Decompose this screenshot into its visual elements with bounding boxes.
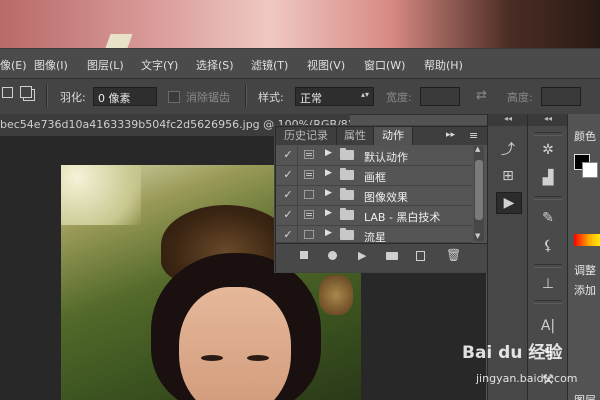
baidu-jingyan-watermark: Bai du 经验 jingyan.baidu.com bbox=[462, 338, 600, 400]
expand-triangle-icon[interactable]: ▶ bbox=[325, 188, 332, 198]
action-set-label: 画框 bbox=[364, 171, 386, 184]
menu-window[interactable]: 窗口(W) bbox=[364, 57, 405, 73]
options-bar: 羽化: 0 像素 消除锯齿 样式: 正常 ▴▾ 宽度: ⇄ 高度: bbox=[0, 78, 600, 115]
collapse-dock-icon[interactable]: ◂◂ bbox=[488, 114, 528, 126]
menu-help[interactable]: 帮助(H) bbox=[424, 57, 463, 73]
watermark-url: jingyan.baidu.com bbox=[476, 372, 578, 385]
color-spectrum[interactable] bbox=[574, 234, 600, 246]
clone-source-icon[interactable]: ⚸ bbox=[536, 236, 560, 256]
expand-triangle-icon[interactable]: ▶ bbox=[325, 168, 332, 178]
tab-adjustments[interactable]: 调整 bbox=[574, 262, 596, 278]
scroll-down-icon[interactable]: ▼ bbox=[475, 232, 480, 240]
action-set-label: 默认动作 bbox=[364, 151, 408, 164]
action-set-row[interactable]: ✓ ▶ LAB - 黑白技术 bbox=[276, 206, 472, 226]
watermark-logo: Bai du 经验 bbox=[462, 343, 563, 363]
collapse-dock-icon[interactable]: ◂◂ bbox=[528, 114, 568, 126]
toggle-check-icon[interactable]: ✓ bbox=[282, 208, 294, 221]
menu-select[interactable]: 选择(S) bbox=[196, 57, 234, 73]
folder-icon bbox=[340, 168, 354, 180]
intersect-selection-icon[interactable] bbox=[20, 86, 32, 98]
toggle-check-icon[interactable]: ✓ bbox=[282, 168, 294, 181]
action-set-label: 流星 bbox=[364, 231, 386, 243]
tab-properties[interactable]: 属性 bbox=[337, 127, 374, 145]
new-set-folder-icon[interactable] bbox=[386, 252, 398, 260]
action-set-row[interactable]: ✓ ▶ 默认动作 bbox=[276, 146, 472, 166]
scroll-up-icon[interactable]: ▲ bbox=[475, 145, 480, 153]
menu-type[interactable]: 文字(Y) bbox=[141, 57, 178, 73]
dialog-toggle-icon[interactable] bbox=[304, 170, 314, 179]
style-select-value: 正常 bbox=[300, 92, 322, 105]
toggle-check-icon[interactable]: ✓ bbox=[282, 228, 294, 241]
divider bbox=[245, 85, 247, 107]
actions-scrollbar[interactable]: ▲ ▼ bbox=[474, 145, 484, 241]
expand-triangle-icon[interactable]: ▶ bbox=[325, 228, 332, 238]
scrollbar-thumb[interactable] bbox=[475, 160, 483, 220]
stop-icon[interactable] bbox=[300, 251, 308, 259]
actions-footer: ▶ 🗑 bbox=[276, 243, 488, 272]
antialias-label: 消除锯齿 bbox=[186, 91, 230, 104]
histogram-icon[interactable]: ▟ bbox=[536, 168, 560, 188]
width-input[interactable] bbox=[420, 87, 460, 106]
stamp-icon[interactable]: ⊥ bbox=[536, 274, 560, 294]
menu-edit[interactable]: 像(E) bbox=[0, 57, 27, 73]
trash-icon[interactable]: 🗑 bbox=[446, 248, 461, 262]
character-icon[interactable]: A| bbox=[536, 316, 560, 336]
add-adjustment-label: 添加 bbox=[574, 284, 596, 297]
folder-icon bbox=[340, 148, 354, 160]
swap-arrows-icon[interactable]: ⇄ bbox=[476, 88, 487, 103]
actions-panel: 历史记录 属性 动作 ▸▸ ≡ ✓ ▶ 默认动作 ✓ ▶ 画框 ✓ ▶ 图像效果… bbox=[275, 126, 489, 272]
dialog-toggle-icon[interactable] bbox=[304, 230, 314, 239]
style-label: 样式: bbox=[258, 91, 284, 104]
tab-actions[interactable]: 动作 bbox=[374, 127, 413, 145]
background-color-swatch[interactable] bbox=[582, 162, 598, 178]
panel-menu-icon[interactable]: ≡ bbox=[469, 129, 478, 142]
subtract-selection-icon[interactable] bbox=[2, 87, 13, 98]
brush-icon[interactable]: ✎ bbox=[536, 208, 560, 228]
action-set-row[interactable]: ✓ ▶ 流星 bbox=[276, 226, 472, 243]
toggle-check-icon[interactable]: ✓ bbox=[282, 148, 294, 161]
height-input[interactable] bbox=[541, 87, 581, 106]
height-label: 高度: bbox=[507, 91, 533, 104]
menu-view[interactable]: 视图(V) bbox=[307, 57, 345, 73]
feather-input[interactable]: 0 像素 bbox=[93, 87, 157, 106]
new-action-icon[interactable] bbox=[416, 251, 425, 261]
width-label: 宽度: bbox=[386, 91, 412, 104]
folder-icon bbox=[340, 228, 354, 240]
history-brush-icon[interactable]: ⤴ bbox=[496, 140, 520, 160]
menu-layer[interactable]: 图层(L) bbox=[87, 57, 124, 73]
dialog-toggle-icon[interactable] bbox=[304, 210, 314, 219]
tab-color[interactable]: 颜色 bbox=[574, 128, 596, 144]
actions-play-icon[interactable]: ▶ bbox=[496, 192, 522, 214]
folder-icon bbox=[340, 188, 354, 200]
expand-triangle-icon[interactable]: ▶ bbox=[325, 148, 332, 158]
record-icon[interactable] bbox=[328, 251, 337, 260]
action-set-row[interactable]: ✓ ▶ 画框 bbox=[276, 166, 472, 186]
properties-icon[interactable]: ⊞ bbox=[496, 166, 520, 186]
updown-arrow-icon: ▴▾ bbox=[360, 90, 369, 99]
menu-filter[interactable]: 滤镜(T) bbox=[251, 57, 288, 73]
menu-bar: 像(E) 图像(I) 图层(L) 文字(Y) 选择(S) 滤镜(T) 视图(V)… bbox=[0, 48, 600, 78]
folder-icon bbox=[340, 208, 354, 220]
toggle-check-icon[interactable]: ✓ bbox=[282, 188, 294, 201]
play-icon[interactable]: ▶ bbox=[358, 249, 366, 262]
navigator-wheel-icon[interactable]: ✲ bbox=[536, 140, 560, 160]
panel-tab-bar: 历史记录 属性 动作 ▸▸ ≡ bbox=[276, 127, 488, 145]
feather-label: 羽化: bbox=[60, 91, 86, 104]
style-select[interactable]: 正常 ▴▾ bbox=[295, 87, 374, 106]
action-set-label: 图像效果 bbox=[364, 191, 408, 204]
antialias-checkbox[interactable] bbox=[168, 91, 180, 103]
menu-image[interactable]: 图像(I) bbox=[34, 57, 68, 73]
tab-history[interactable]: 历史记录 bbox=[276, 127, 337, 145]
action-set-row[interactable]: ✓ ▶ 图像效果 bbox=[276, 186, 472, 206]
collapse-panel-icon[interactable]: ▸▸ bbox=[446, 130, 455, 140]
background-photo-strip bbox=[0, 0, 600, 48]
action-set-label: LAB - 黑白技术 bbox=[364, 211, 441, 224]
expand-triangle-icon[interactable]: ▶ bbox=[325, 208, 332, 218]
dialog-toggle-icon[interactable] bbox=[304, 150, 314, 159]
divider bbox=[46, 85, 48, 107]
dialog-toggle-icon[interactable] bbox=[304, 190, 314, 199]
